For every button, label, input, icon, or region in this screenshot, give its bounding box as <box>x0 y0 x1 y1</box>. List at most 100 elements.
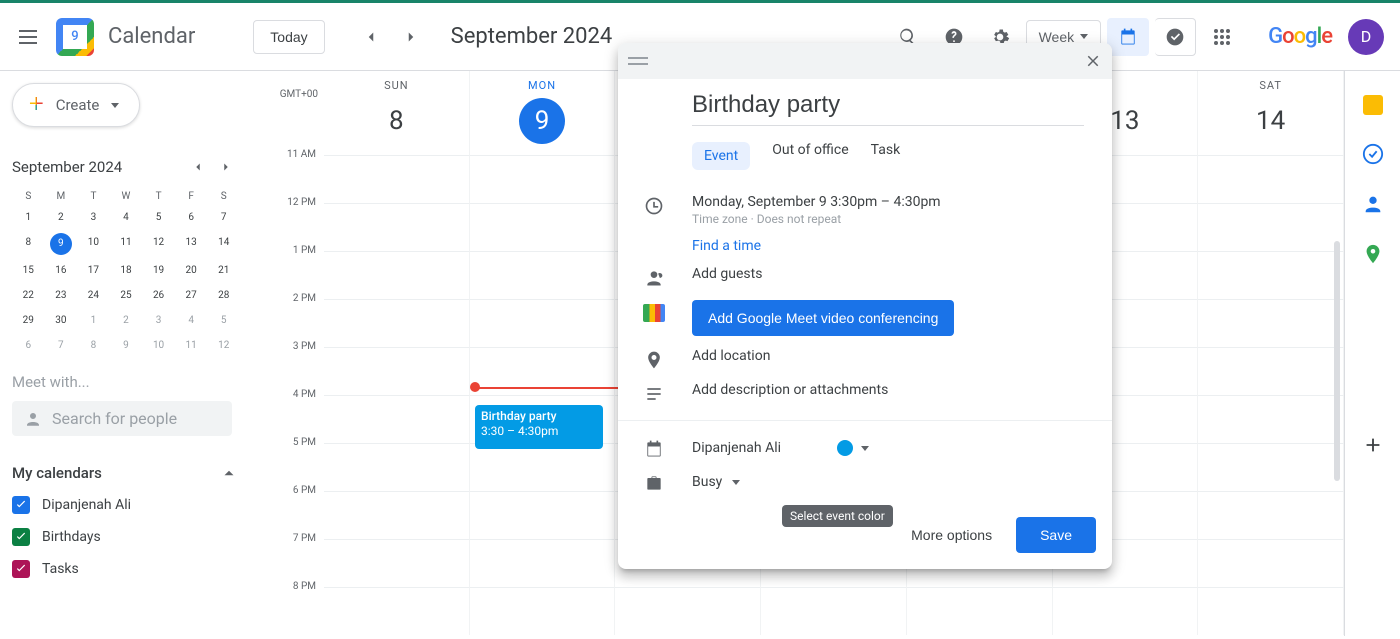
prev-period-button[interactable] <box>351 17 391 57</box>
grid-cell[interactable] <box>324 539 470 587</box>
grid-cell[interactable] <box>761 587 907 635</box>
grid-cell[interactable] <box>470 539 616 587</box>
day-header-sat[interactable]: SAT 14 <box>1198 71 1344 155</box>
add-panel-icon[interactable] <box>1362 434 1384 456</box>
mini-day[interactable]: 16 <box>45 261 78 280</box>
mini-day[interactable]: 27 <box>175 286 208 305</box>
event-when-sub[interactable]: Time zone · Does not repeat <box>692 212 941 226</box>
grid-cell[interactable] <box>1198 251 1344 299</box>
mini-day[interactable]: 25 <box>110 286 143 305</box>
today-button[interactable]: Today <box>253 20 324 54</box>
tasks-mode-button[interactable] <box>1155 18 1196 56</box>
main-menu-button[interactable] <box>8 17 48 57</box>
grid-cell[interactable] <box>324 347 470 395</box>
calendar-list-item[interactable]: Birthdays <box>12 528 256 546</box>
mini-calendar-grid[interactable]: SMTWTFS123456789101112131415161718192021… <box>12 191 240 355</box>
grid-cell[interactable] <box>470 491 616 539</box>
mini-day[interactable]: 18 <box>110 261 143 280</box>
add-description-input[interactable]: Add description or attachments <box>692 382 888 398</box>
next-period-button[interactable] <box>391 17 431 57</box>
mini-day[interactable]: 7 <box>45 336 78 355</box>
mini-day[interactable]: 4 <box>110 208 143 227</box>
event-color-picker[interactable] <box>833 438 877 458</box>
mini-day[interactable]: 1 <box>77 311 110 330</box>
mini-day[interactable]: 24 <box>77 286 110 305</box>
grid-cell[interactable] <box>470 251 616 299</box>
mini-day[interactable]: 26 <box>142 286 175 305</box>
grid-cell[interactable] <box>324 443 470 491</box>
contacts-icon[interactable] <box>1362 193 1384 215</box>
mini-day[interactable]: 17 <box>77 261 110 280</box>
mini-day[interactable]: 21 <box>207 261 240 280</box>
mini-day[interactable]: 7 <box>207 208 240 227</box>
grid-cell[interactable] <box>324 155 470 203</box>
checkbox-icon[interactable] <box>12 560 30 578</box>
grid-cell[interactable] <box>1053 587 1199 635</box>
mini-day[interactable]: 9 <box>50 233 72 255</box>
grid-cell[interactable] <box>615 587 761 635</box>
search-people-input[interactable]: Search for people <box>12 401 232 436</box>
mini-prev-button[interactable] <box>184 153 212 181</box>
mini-day[interactable]: 23 <box>45 286 78 305</box>
create-button[interactable]: + Create <box>12 83 140 127</box>
maps-icon[interactable] <box>1362 243 1384 265</box>
grid-cell[interactable] <box>1198 347 1344 395</box>
mini-day[interactable]: 8 <box>12 233 45 255</box>
close-icon[interactable] <box>1084 52 1102 70</box>
more-options-button[interactable]: More options <box>905 517 998 553</box>
calendar-list-item[interactable]: Dipanjenah Ali <box>12 496 256 514</box>
mini-day[interactable]: 11 <box>110 233 143 255</box>
grid-cell[interactable] <box>907 587 1053 635</box>
grid-cell[interactable] <box>1198 395 1344 443</box>
availability-value[interactable]: Busy <box>692 474 722 490</box>
grid-cell[interactable] <box>470 443 616 491</box>
find-a-time-link[interactable]: Find a time <box>692 238 761 254</box>
grid-cell[interactable] <box>1198 539 1344 587</box>
mini-day[interactable]: 30 <box>45 311 78 330</box>
mini-day[interactable]: 10 <box>77 233 110 255</box>
grid-cell[interactable] <box>470 155 616 203</box>
mini-day[interactable]: 13 <box>175 233 208 255</box>
mini-day[interactable]: 6 <box>175 208 208 227</box>
mini-day[interactable]: 22 <box>12 286 45 305</box>
keep-icon[interactable] <box>1363 95 1383 115</box>
grid-cell[interactable] <box>470 299 616 347</box>
mini-day[interactable]: 5 <box>142 208 175 227</box>
add-meet-button[interactable]: Add Google Meet video conferencing <box>692 300 954 336</box>
add-location-input[interactable]: Add location <box>692 348 770 364</box>
scrollbar[interactable] <box>1334 241 1340 481</box>
grid-cell[interactable] <box>324 299 470 347</box>
tab-out-of-office[interactable]: Out of office <box>772 142 848 170</box>
grid-cell[interactable] <box>1198 203 1344 251</box>
save-button[interactable]: Save <box>1016 517 1096 553</box>
tasks-icon[interactable] <box>1362 143 1384 165</box>
mini-day[interactable]: 15 <box>12 261 45 280</box>
grid-cell[interactable] <box>470 587 616 635</box>
grid-cell[interactable] <box>324 587 470 635</box>
mini-day[interactable]: 10 <box>142 336 175 355</box>
grid-cell[interactable] <box>324 395 470 443</box>
mini-day[interactable]: 5 <box>207 311 240 330</box>
calendar-list-item[interactable]: Tasks <box>12 560 256 578</box>
mini-day[interactable]: 28 <box>207 286 240 305</box>
my-calendars-toggle[interactable]: My calendars <box>12 464 256 482</box>
mini-day[interactable]: 9 <box>110 336 143 355</box>
grid-cell[interactable] <box>1198 155 1344 203</box>
google-apps-button[interactable] <box>1202 17 1242 57</box>
day-header-mon[interactable]: MON 9 <box>470 71 616 155</box>
grid-cell[interactable] <box>1198 443 1344 491</box>
day-header-sun[interactable]: SUN 8 <box>324 71 470 155</box>
event-chip-birthday[interactable]: Birthday party 3:30 – 4:30pm <box>475 405 603 449</box>
mini-day[interactable]: 4 <box>175 311 208 330</box>
mini-next-button[interactable] <box>212 153 240 181</box>
account-avatar[interactable]: D <box>1348 19 1384 55</box>
mini-day[interactable]: 11 <box>175 336 208 355</box>
grid-cell[interactable] <box>1198 491 1344 539</box>
mini-day[interactable]: 2 <box>45 208 78 227</box>
mini-day[interactable]: 12 <box>207 336 240 355</box>
mini-day[interactable]: 29 <box>12 311 45 330</box>
grid-cell[interactable] <box>470 203 616 251</box>
mini-day[interactable]: 3 <box>77 208 110 227</box>
mini-day[interactable]: 2 <box>110 311 143 330</box>
mini-day[interactable]: 1 <box>12 208 45 227</box>
